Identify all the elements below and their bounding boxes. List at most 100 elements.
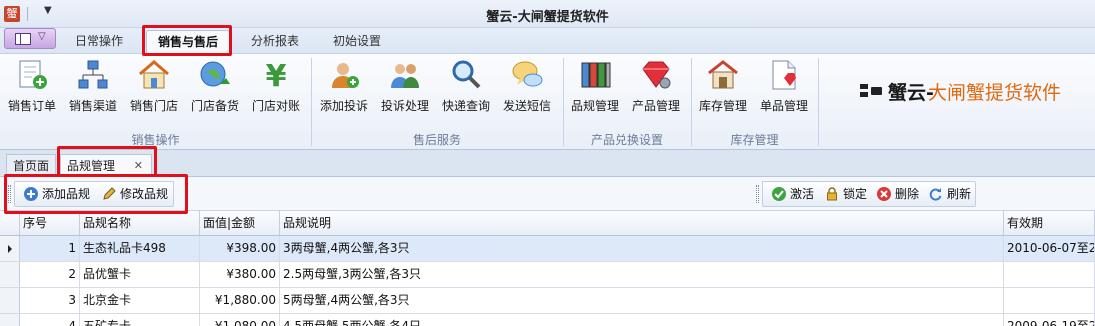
cell-name[interactable]: 品优蟹卡 (80, 262, 200, 287)
edit-spec-button[interactable]: 修改品规 (102, 185, 168, 203)
toolbar-grip-handle[interactable] (8, 185, 11, 203)
tab-daily-operation[interactable]: 日常操作 (64, 30, 134, 53)
svg-text:¥: ¥ (266, 59, 287, 92)
inventory-button[interactable]: 库存管理 (695, 56, 751, 116)
add-complaint-label: 添加投诉 (319, 99, 368, 113)
activate-button[interactable]: 激活 (772, 185, 814, 203)
lock-label: 锁定 (843, 187, 868, 201)
column-header-validity[interactable]: 有效期 (1004, 211, 1095, 236)
spec-data-grid: 序号 品规名称 面值|金额 品规说明 有效期 1 生态礼品卡498 ¥398.0… (0, 211, 1095, 326)
refresh-icon (929, 187, 943, 201)
store-button[interactable]: 销售门店 (126, 56, 182, 116)
group-label-inventory: 库存管理 (730, 133, 779, 147)
column-header-amount[interactable]: 面值|金额 (200, 211, 280, 236)
column-header-description[interactable]: 品规说明 (280, 211, 1004, 236)
inventory-icon (706, 58, 740, 92)
tab-sales-aftersales[interactable]: 销售与售后 (146, 30, 230, 53)
column-header-no[interactable]: 序号 (20, 211, 80, 236)
toolbar-grip-handle[interactable] (756, 185, 759, 203)
product-manage-icon (639, 58, 673, 92)
refresh-button[interactable]: 刷新 (929, 185, 971, 203)
add-complaint-button[interactable]: 添加投诉 (316, 56, 372, 116)
cell-validity[interactable]: 2009-06-19至20 (1004, 314, 1095, 326)
delete-button[interactable]: 删除 (877, 185, 919, 203)
cell-description[interactable]: 3两母蟹,4两公蟹,各3只 (280, 236, 1004, 261)
store-label: 销售门店 (129, 99, 178, 113)
doc-tab-spec-manage[interactable]: 品规管理 ✕ (60, 154, 152, 177)
tab-analysis-reports[interactable]: 分析报表 (240, 30, 310, 53)
cell-description[interactable]: 4.5两母蟹,5两公蟹,各4只 (280, 314, 1004, 326)
menu-icon (15, 33, 31, 45)
reconcile-label: 门店对账 (251, 99, 300, 113)
cell-amount[interactable]: ¥398.00 (200, 236, 280, 261)
brand-mark-icon (860, 84, 884, 98)
application-menu-button[interactable]: ▽ (4, 28, 56, 49)
add-complaint-icon (327, 58, 361, 92)
close-icon[interactable]: ✕ (134, 155, 143, 177)
table-row[interactable]: 2 品优蟹卡 ¥380.00 2.5两母蟹,3两公蟹,各3只 (0, 262, 1095, 288)
express-search-button[interactable]: 快递查询 (438, 56, 494, 116)
sales-order-button[interactable]: 销售订单 (4, 56, 60, 116)
cell-amount[interactable]: ¥1,880.00 (200, 288, 280, 313)
complaint-handle-label: 投诉处理 (380, 99, 429, 113)
lock-button[interactable]: 锁定 (825, 185, 867, 203)
group-label-sales-operation: 销售操作 (131, 133, 180, 147)
group-label-product-exchange: 产品兑换设置 (590, 133, 663, 147)
refresh-label: 刷新 (947, 187, 972, 201)
cell-description[interactable]: 5两母蟹,4两公蟹,各3只 (280, 288, 1004, 313)
cell-no[interactable]: 3 (20, 288, 80, 313)
row-indicator (0, 236, 20, 261)
add-spec-button[interactable]: 添加品规 (24, 185, 90, 203)
row-indicator (0, 314, 20, 326)
doc-tab-label: 首页面 (13, 159, 50, 173)
doc-tab-label: 品规管理 (67, 159, 116, 173)
sales-channel-button[interactable]: 销售渠道 (65, 56, 121, 116)
table-row[interactable]: 1 生态礼品卡498 ¥398.00 3两母蟹,4两公蟹,各3只 2010-06… (0, 236, 1095, 262)
express-search-icon (449, 58, 483, 92)
cell-name[interactable]: 北京金卡 (80, 288, 200, 313)
store-stock-label: 门店备货 (190, 99, 239, 113)
product-manage-button[interactable]: 产品管理 (628, 56, 684, 116)
cell-validity[interactable] (1004, 288, 1095, 313)
sales-channel-label: 销售渠道 (68, 99, 117, 113)
single-item-button[interactable]: 单品管理 (756, 56, 812, 116)
cell-name[interactable]: 五矿专卡 (80, 314, 200, 326)
group-label-aftersales-service: 售后服务 (412, 133, 461, 147)
cell-name[interactable]: 生态礼品卡498 (80, 236, 200, 261)
cell-no[interactable]: 2 (20, 262, 80, 287)
spec-manage-button[interactable]: 品规管理 (567, 56, 623, 116)
edit-pencil-icon (102, 187, 116, 201)
cell-description[interactable]: 2.5两母蟹,3两公蟹,各3只 (280, 262, 1004, 287)
delete-icon (877, 187, 891, 201)
store-stock-button[interactable]: 门店备货 (187, 56, 243, 116)
table-row[interactable]: 4 五矿专卡 ¥1,080.00 4.5两母蟹,5两公蟹,各4只 2009-06… (0, 314, 1095, 326)
add-spec-label: 添加品规 (42, 187, 91, 201)
sms-button[interactable]: 发送短信 (499, 56, 555, 116)
add-icon (24, 187, 38, 201)
column-header-name[interactable]: 品规名称 (80, 211, 200, 236)
cell-amount[interactable]: ¥1,080.00 (200, 314, 280, 326)
tab-initial-settings[interactable]: 初始设置 (322, 30, 392, 53)
sms-icon (510, 58, 544, 92)
cell-no[interactable]: 4 (20, 314, 80, 326)
single-item-icon (767, 58, 801, 92)
complaint-handle-button[interactable]: 投诉处理 (377, 56, 433, 116)
sales-order-label: 销售订单 (7, 99, 56, 113)
reconcile-button[interactable]: ¥ 门店对账 (248, 56, 304, 116)
sales-channel-icon (76, 58, 110, 92)
cell-amount[interactable]: ¥380.00 (200, 262, 280, 287)
row-indicator (0, 288, 20, 313)
document-tab-bar: 首页面 品规管理 ✕ (0, 150, 1095, 177)
cell-validity[interactable]: 2010-06-07至20 (1004, 236, 1095, 261)
table-row[interactable]: 3 北京金卡 ¥1,880.00 5两母蟹,4两公蟹,各3只 (0, 288, 1095, 314)
window-title: 蟹云-大闸蟹提货软件 (486, 10, 609, 25)
toolbar: 添加品规 修改品规 激活 锁定 删除 刷新 (0, 177, 1095, 211)
express-search-label: 快递查询 (441, 99, 490, 113)
cell-no[interactable]: 1 (20, 236, 80, 261)
title-bar: 蟹 ▼ 蟹云-大闸蟹提货软件 (0, 0, 1095, 28)
inventory-label: 库存管理 (698, 99, 747, 113)
chevron-down-icon: ▽ (38, 31, 46, 42)
cell-validity[interactable] (1004, 262, 1095, 287)
doc-tab-home[interactable]: 首页面 (6, 154, 57, 177)
complaint-handle-icon (388, 58, 422, 92)
